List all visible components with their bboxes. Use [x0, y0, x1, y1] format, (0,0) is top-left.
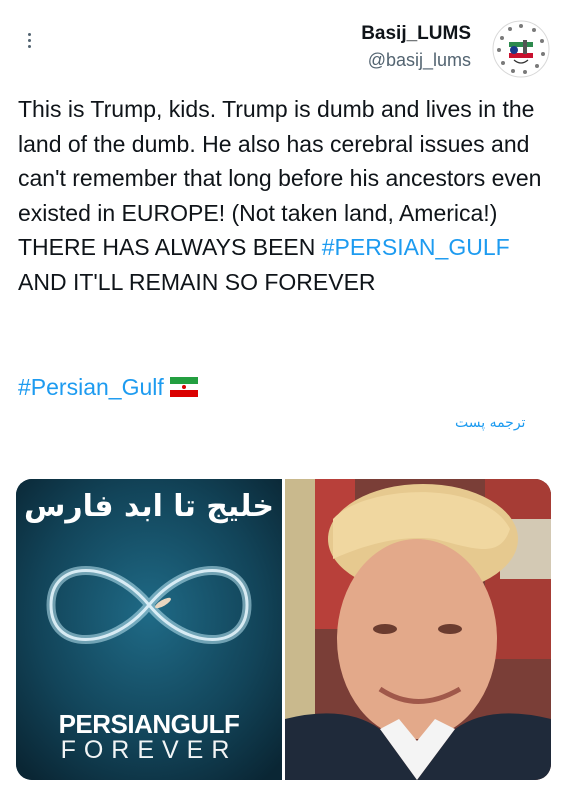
display-name[interactable]: Basij_LUMS	[361, 22, 471, 46]
user-handle[interactable]: @basij_lums	[361, 48, 471, 72]
poster-english-subtitle: FOREVER	[60, 736, 238, 764]
poster-arabic-title: خلیج تا ابد فارس	[23, 489, 275, 524]
media-image-portrait[interactable]	[285, 479, 551, 780]
user-info[interactable]: Basij_LUMS @basij_lums	[361, 22, 471, 72]
tweet-text: This is Trump, kids. Trump is dumb and l…	[18, 92, 553, 299]
hashtag-link[interactable]: #PERSIAN_GULF	[322, 234, 510, 260]
avatar[interactable]	[492, 20, 550, 78]
hashtag-line: #Persian_Gulf	[18, 370, 198, 406]
tweet-text-end: AND IT'LL REMAIN SO FOREVER	[18, 268, 376, 295]
iran-flag-icon	[169, 372, 198, 406]
media-grid: خلیج تا ابد فارس PERSIANGULF FOREVER	[16, 479, 551, 780]
translate-post-link[interactable]: ترجمه پست	[455, 415, 525, 431]
media-image-poster[interactable]: خلیج تا ابد فارس PERSIANGULF FOREVER	[16, 479, 282, 780]
more-options-icon[interactable]	[22, 30, 36, 54]
hashtag-link-persian-gulf[interactable]: #Persian_Gulf	[18, 374, 164, 400]
